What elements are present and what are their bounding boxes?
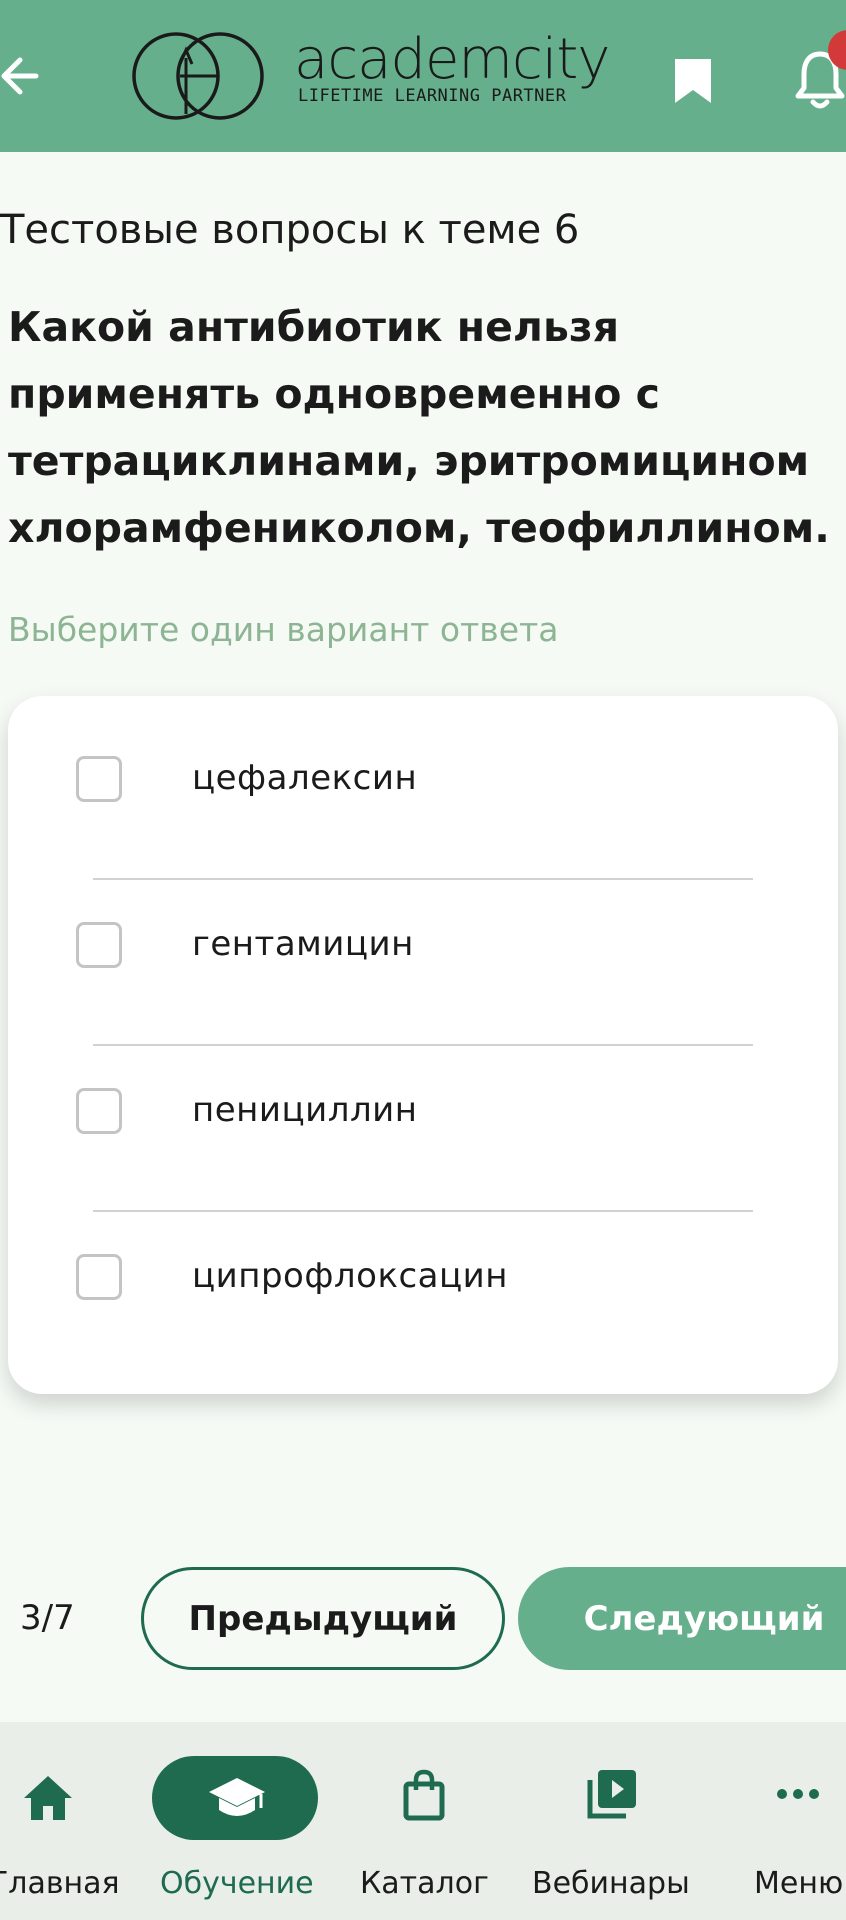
option-label: гентамицин <box>192 924 414 964</box>
nav-item-home[interactable]: Главная <box>0 1722 120 1920</box>
answer-option[interactable]: ципрофлоксацин <box>8 1194 838 1360</box>
answer-hint: Выберите один вариант ответа <box>8 610 559 649</box>
option-checkbox[interactable] <box>76 1088 122 1134</box>
bookmark-icon <box>675 59 711 103</box>
back-button[interactable] <box>0 50 40 102</box>
nav-item-webinars[interactable]: Вебинары <box>530 1722 690 1920</box>
topic-title: Тестовые вопросы к теме 6 <box>0 207 580 253</box>
more-dots-icon <box>777 1789 819 1799</box>
option-checkbox[interactable] <box>76 922 122 968</box>
nav-item-menu[interactable]: Меню <box>740 1722 846 1920</box>
option-checkbox[interactable] <box>76 1254 122 1300</box>
answer-option[interactable]: цефалексин <box>8 696 838 862</box>
answer-options-card: цефалексин гентамицин пенициллин ципрофл… <box>8 696 838 1394</box>
option-label: ципрофлоксацин <box>192 1256 508 1296</box>
previous-button[interactable]: Предыдущий <box>141 1567 505 1670</box>
option-label: цефалексин <box>192 758 418 798</box>
academcity-logo[interactable]: academcity LIFETIME LEARNING PARTNER <box>128 28 610 124</box>
option-label: пенициллин <box>192 1090 418 1130</box>
logo-wordmark: academcity <box>294 27 610 92</box>
app-header: academcity LIFETIME LEARNING PARTNER <box>0 0 846 152</box>
answer-option[interactable]: гентамицин <box>8 862 838 1028</box>
question-counter: 3/7 <box>20 1598 75 1638</box>
bookmark-button[interactable] <box>672 56 714 106</box>
graduation-cap-icon <box>209 1778 265 1816</box>
answer-option[interactable]: пенициллин <box>8 1028 838 1194</box>
logo-tagline: LIFETIME LEARNING PARTNER <box>298 86 567 106</box>
next-button[interactable]: Следующий <box>518 1567 846 1670</box>
question-text: Какой антибиотик нельзя применять одновр… <box>8 303 830 552</box>
option-checkbox[interactable] <box>76 756 122 802</box>
shopping-bag-icon <box>403 1769 445 1821</box>
nav-label-menu: Меню <box>754 1866 844 1901</box>
bottom-navigation: Главная Обучение Каталог Вебинары Меню <box>0 1722 846 1920</box>
nav-label-catalog: Каталог <box>360 1866 489 1901</box>
logo-mark-icon <box>132 32 264 120</box>
arrow-left-icon <box>1 57 39 95</box>
nav-label-webinars: Вебинары <box>532 1866 690 1901</box>
nav-item-learning[interactable]: Обучение <box>150 1722 320 1920</box>
nav-item-catalog[interactable]: Каталог <box>356 1722 496 1920</box>
nav-label-home: Главная <box>0 1866 120 1901</box>
nav-label-learning: Обучение <box>160 1866 314 1901</box>
home-icon <box>24 1776 72 1820</box>
video-library-icon <box>587 1770 636 1819</box>
